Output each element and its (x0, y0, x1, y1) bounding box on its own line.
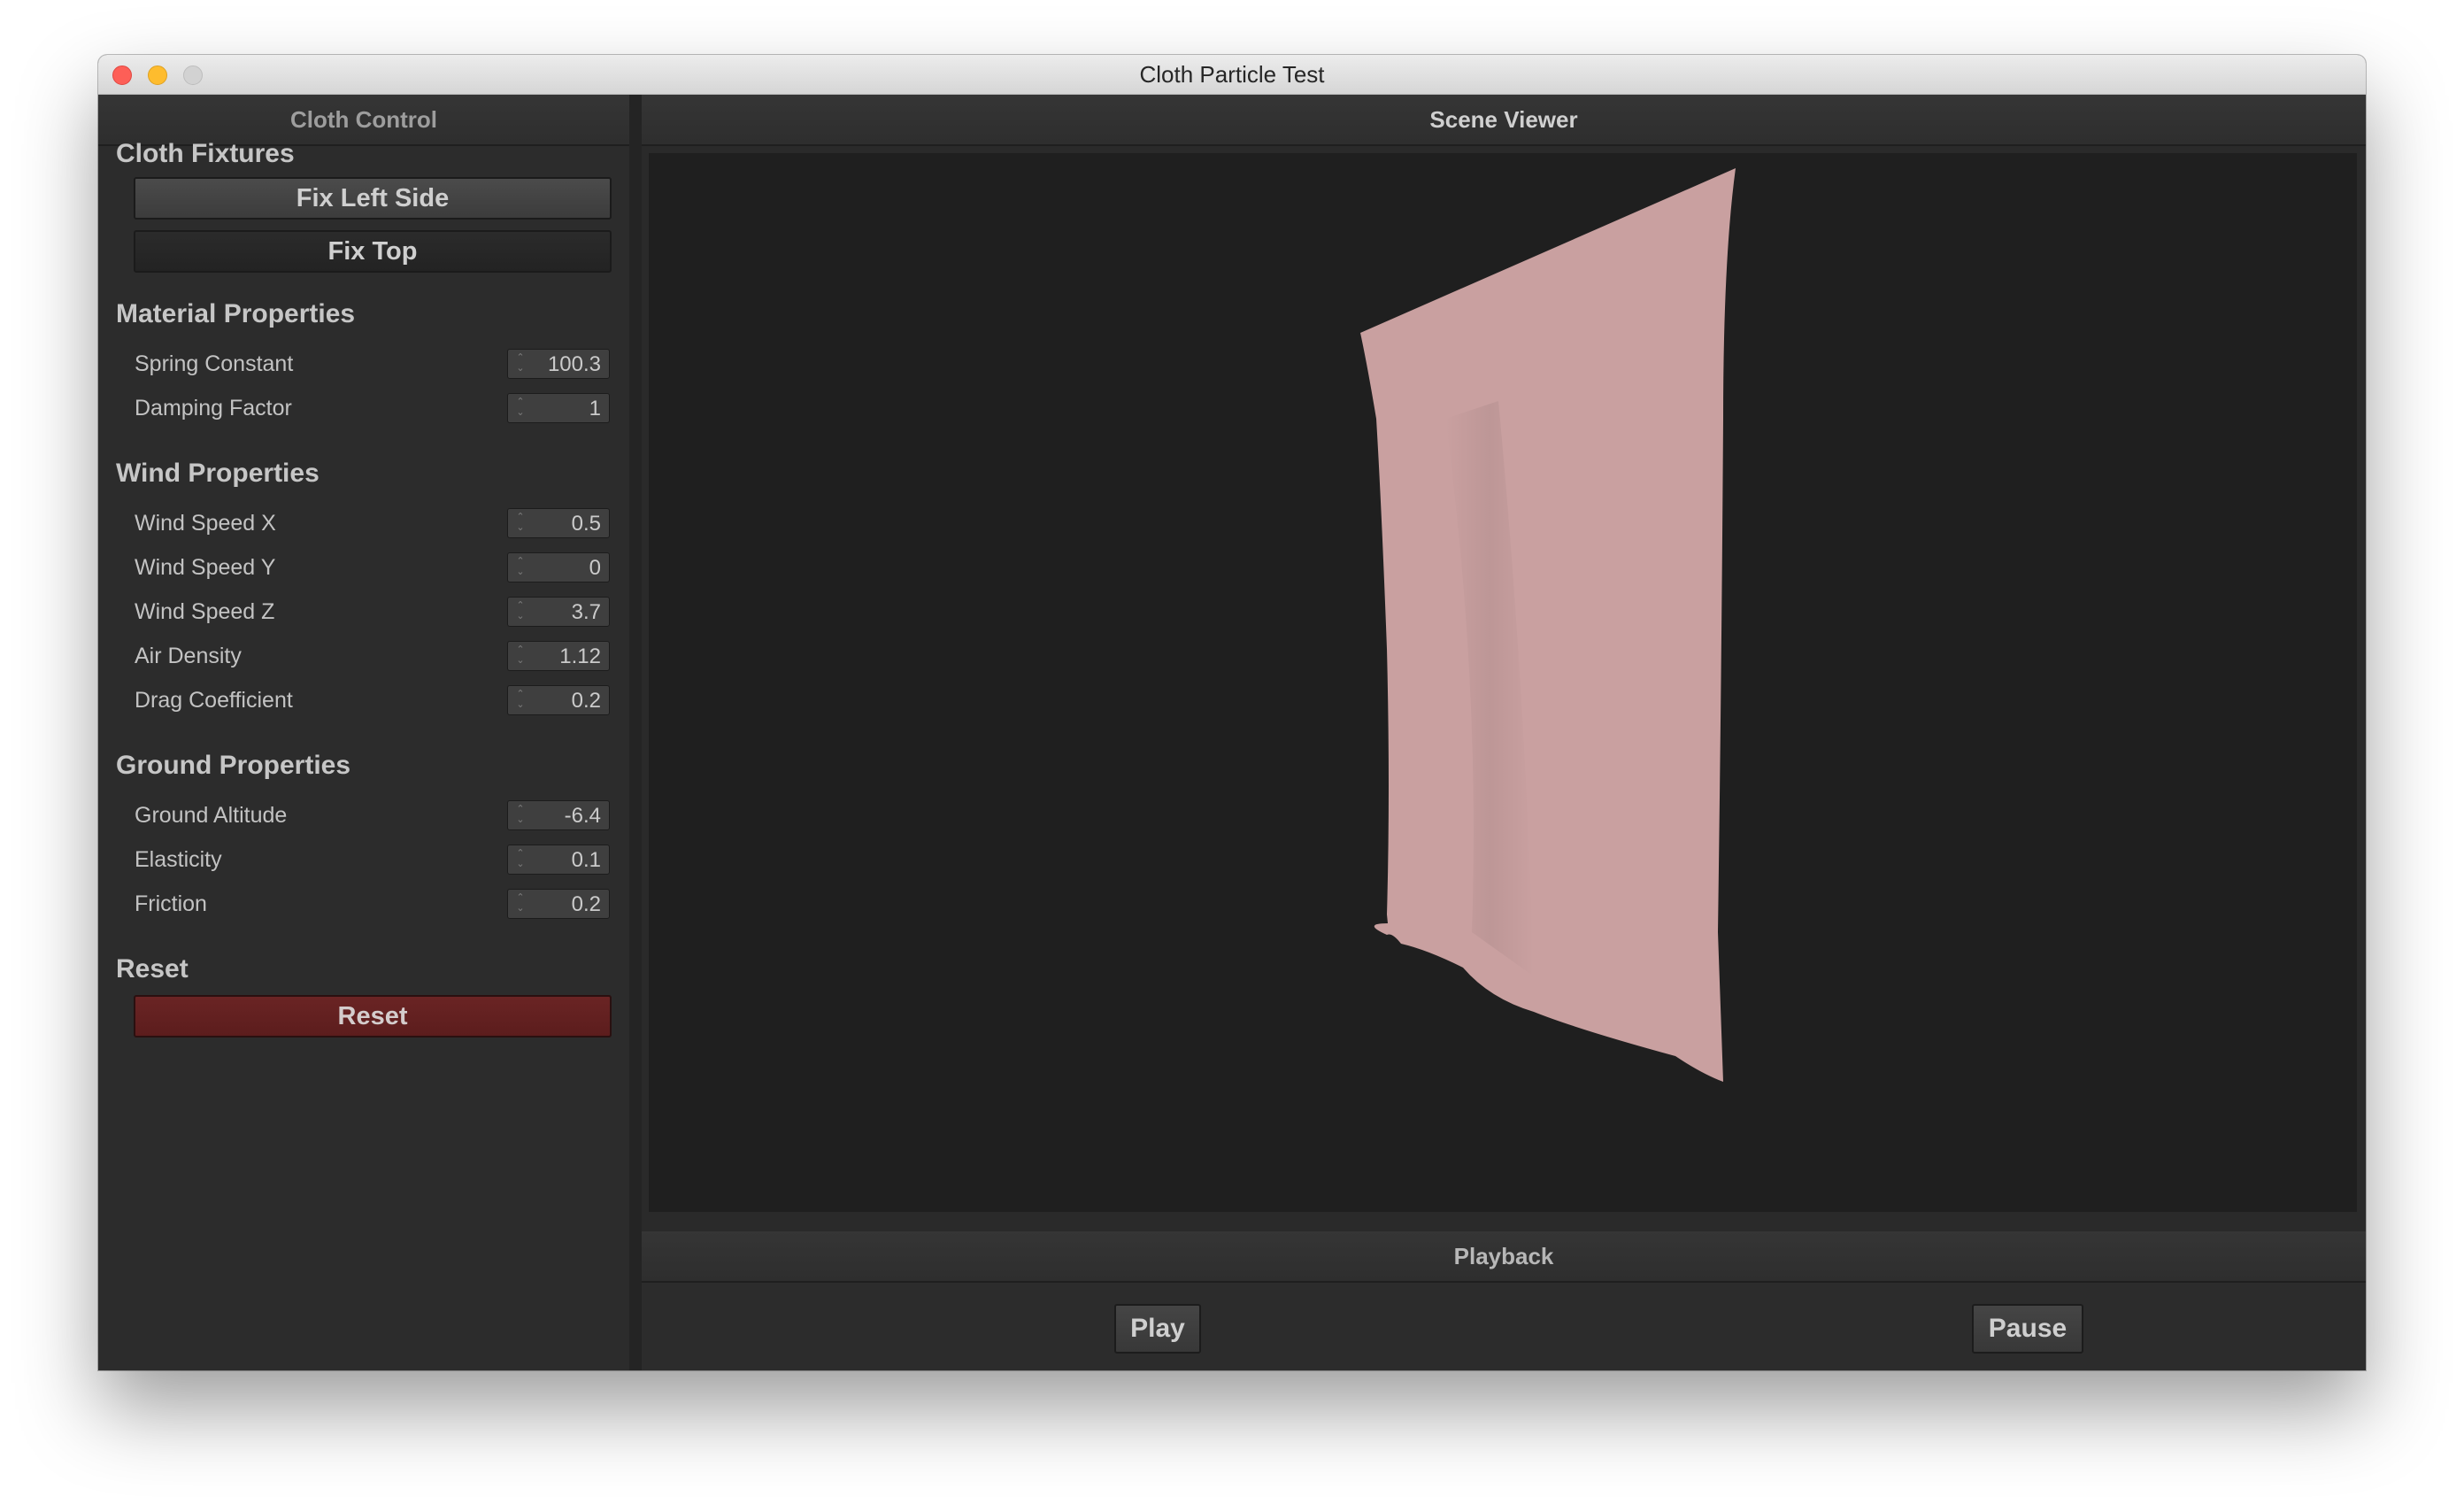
spin-arrows-icon[interactable]: ⌃ ⌄ (515, 556, 526, 579)
damping-factor-label: Damping Factor (135, 396, 292, 420)
fix-top-button[interactable]: Fix Top (134, 230, 612, 273)
wind-speed-x-spinbox[interactable]: ⌃ ⌄ 0.5 (507, 508, 610, 538)
cloth-mesh (1360, 168, 1736, 1082)
cloth-render (1360, 168, 1736, 1082)
window-title: Cloth Particle Test (1139, 61, 1325, 88)
material-properties-title: Material Properties (116, 299, 356, 328)
drag-coefficient-value[interactable]: 0.2 (572, 686, 601, 716)
wind-speed-z-value[interactable]: 3.7 (572, 598, 601, 628)
ground-properties-title: Ground Properties (116, 751, 351, 780)
panel-splitter[interactable] (629, 95, 642, 1370)
wind-speed-x-label: Wind Speed X (135, 511, 276, 536)
wind-speed-z-spinbox[interactable]: ⌃ ⌄ 3.7 (507, 597, 610, 627)
spin-arrows-icon[interactable]: ⌃ ⌄ (515, 644, 526, 667)
damping-factor-spinbox[interactable]: ⌃ ⌄ 1 (507, 393, 610, 423)
ground-altitude-value[interactable]: -6.4 (565, 801, 601, 831)
scene-viewer-header: Scene Viewer (642, 95, 2366, 146)
play-button[interactable]: Play (1114, 1304, 1201, 1354)
wind-properties-title: Wind Properties (116, 459, 320, 488)
air-density-label: Air Density (135, 644, 242, 668)
wind-speed-y-label: Wind Speed Y (135, 555, 276, 580)
wind-speed-y-value[interactable]: 0 (589, 553, 601, 583)
scene-viewport[interactable] (642, 146, 2366, 1277)
reset-section-title: Reset (116, 954, 189, 984)
spring-constant-label: Spring Constant (135, 351, 294, 376)
playback-header: Playback (642, 1231, 2366, 1283)
pause-button[interactable]: Pause (1972, 1304, 2083, 1354)
cloth-control-panel: Cloth Control Cloth Fixtures Fix Left Si… (98, 95, 629, 1370)
spin-arrows-icon[interactable]: ⌃ ⌄ (515, 892, 526, 915)
ground-altitude-label: Ground Altitude (135, 803, 288, 828)
spin-arrows-icon[interactable]: ⌃ ⌄ (515, 397, 526, 420)
fix-left-side-button[interactable]: Fix Left Side (134, 177, 612, 220)
damping-factor-value[interactable]: 1 (589, 394, 601, 424)
spin-arrows-icon[interactable]: ⌃ ⌄ (515, 689, 526, 712)
friction-label: Friction (135, 891, 207, 916)
app-window: Cloth Particle Test Cloth Control Cloth … (98, 55, 2366, 1370)
elasticity-label: Elasticity (135, 847, 222, 872)
spring-constant-spinbox[interactable]: ⌃ ⌄ 100.3 (507, 349, 610, 379)
wind-speed-x-value[interactable]: 0.5 (572, 509, 601, 539)
spin-arrows-icon[interactable]: ⌃ ⌄ (515, 352, 526, 375)
wind-speed-z-label: Wind Speed Z (135, 599, 275, 624)
air-density-spinbox[interactable]: ⌃ ⌄ 1.12 (507, 641, 610, 671)
spin-arrows-icon[interactable]: ⌃ ⌄ (515, 600, 526, 623)
spring-constant-value[interactable]: 100.3 (548, 350, 601, 380)
elasticity-spinbox[interactable]: ⌃ ⌄ 0.1 (507, 845, 610, 875)
wind-speed-y-spinbox[interactable]: ⌃ ⌄ 0 (507, 552, 610, 582)
title-bar[interactable]: Cloth Particle Test (98, 55, 2366, 95)
spin-arrows-icon[interactable]: ⌃ ⌄ (515, 848, 526, 871)
elasticity-value[interactable]: 0.1 (572, 845, 601, 876)
reset-button[interactable]: Reset (134, 995, 612, 1038)
drag-coefficient-spinbox[interactable]: ⌃ ⌄ 0.2 (507, 685, 610, 715)
cloth-fixtures-title: Cloth Fixtures (116, 139, 295, 168)
drag-coefficient-label: Drag Coefficient (135, 688, 293, 713)
playback-controls: Play Pause (642, 1283, 2366, 1370)
scene-canvas[interactable] (649, 153, 2357, 1212)
friction-spinbox[interactable]: ⌃ ⌄ 0.2 (507, 889, 610, 919)
spin-arrows-icon[interactable]: ⌃ ⌄ (515, 512, 526, 535)
air-density-value[interactable]: 1.12 (559, 642, 601, 672)
ground-altitude-spinbox[interactable]: ⌃ ⌄ -6.4 (507, 800, 610, 830)
spin-arrows-icon[interactable]: ⌃ ⌄ (515, 804, 526, 827)
friction-value[interactable]: 0.2 (572, 890, 601, 920)
